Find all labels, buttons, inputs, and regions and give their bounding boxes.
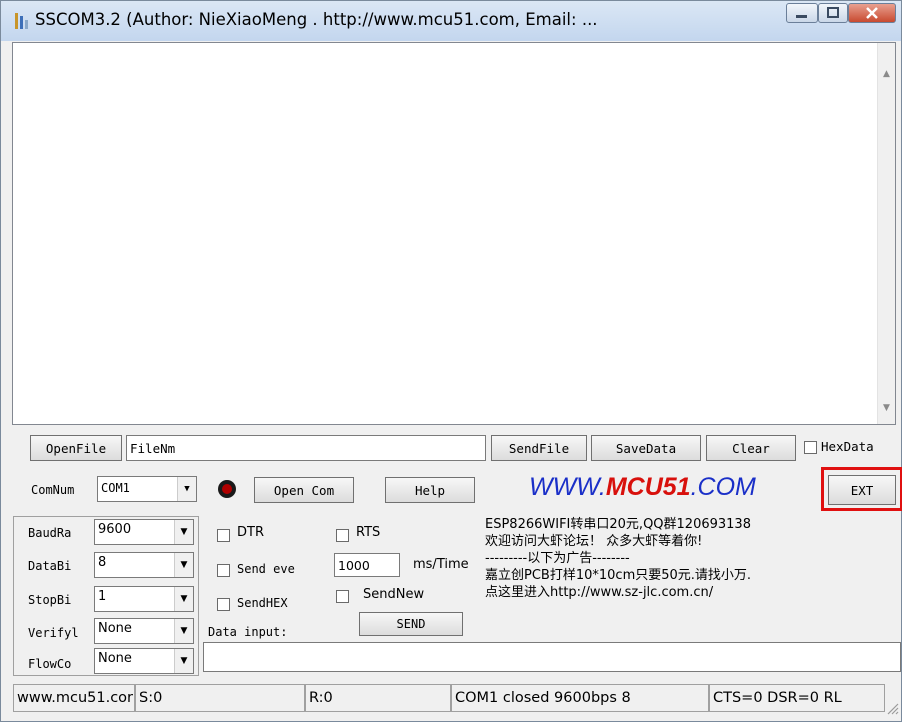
advertisement-panel[interactable]: ESP8266WIFI转串口20元,QQ群120693138 欢迎访问大虾论坛！… [485,516,895,631]
ext-button[interactable]: EXT [828,475,896,505]
status-received-count: R:0 [305,684,451,712]
interval-input[interactable]: 1000 [334,553,400,577]
flow-control-select[interactable]: None ▼ [94,648,194,674]
interval-unit-label: ms/Time [413,557,469,572]
status-signals: CTS=0 DSR=0 RL [709,684,885,712]
website-logo[interactable]: WWW.MCU51.COM [529,473,756,502]
baud-rate-label: BaudRa [28,526,72,540]
save-data-button[interactable]: SaveData [591,435,701,461]
stop-bits-select[interactable]: 1 ▼ [94,586,194,612]
ad-line: 嘉立创PCB打样10*10cm只要50元.请找小万. [485,568,752,583]
ad-line: ---------以下为广告-------- [485,551,630,566]
send-data-input[interactable] [203,642,901,672]
baud-rate-select[interactable]: 9600 ▼ [94,519,194,545]
chevron-down-icon[interactable]: ▼ [174,587,193,611]
hex-data-label: HexData [821,439,874,454]
chevron-down-icon[interactable]: ▼ [174,649,193,673]
chevron-down-icon[interactable]: ▼ [177,477,196,501]
verify-select[interactable]: None ▼ [94,618,194,644]
open-file-button[interactable]: OpenFile [30,435,122,461]
baud-rate-value: 9600 [98,522,132,537]
data-bits-select[interactable]: 8 ▼ [94,552,194,578]
stop-bits-label: StopBi [28,593,72,607]
status-port-state: COM1 closed 9600bps 8 [451,684,709,712]
rts-label: RTS [356,525,381,540]
logo-brand: MCU51 [605,473,691,501]
receive-textarea[interactable]: ▲ ▼ [12,42,896,425]
send-file-button[interactable]: SendFile [491,435,587,461]
ad-line: 欢迎访问大虾论坛！ 众多大虾等着你! [485,534,703,549]
flow-control-value: None [98,651,132,666]
com-num-label: ComNum [31,483,75,497]
status-sent-count: S:0 [135,684,305,712]
chevron-down-icon[interactable]: ▼ [174,553,193,577]
data-bits-value: 8 [98,555,107,570]
verify-value: None [98,621,132,636]
ad-line: 点这里进入http://www.sz-jlc.com.cn/ [485,585,714,600]
minimize-button[interactable] [786,3,818,23]
logo-prefix: WWW. [529,473,606,501]
window-title: SSCOM3.2 (Author: NieXiaoMeng . http://w… [35,10,598,29]
send-new-label: SendNew [363,587,425,602]
close-button[interactable] [848,3,896,23]
data-input-label: Data input: [208,625,288,639]
maximize-button[interactable] [818,3,848,23]
title-bar[interactable]: SSCOM3.2 (Author: NieXiaoMeng . http://w… [1,1,901,41]
app-icon [15,13,28,29]
clear-button[interactable]: Clear [706,435,796,461]
ad-line: ESP8266WIFI转串口20元,QQ群120693138 [485,517,751,532]
scroll-down-icon[interactable]: ▼ [878,403,895,413]
scroll-up-icon[interactable]: ▲ [878,69,895,79]
stop-bits-value: 1 [98,589,107,604]
status-led-icon [218,480,236,498]
chevron-down-icon[interactable]: ▼ [174,520,193,544]
send-every-checkbox[interactable] [217,564,230,577]
vertical-scrollbar[interactable]: ▲ ▼ [877,43,895,424]
maximize-icon [827,7,839,18]
com-num-select[interactable]: COM1 ▼ [97,476,197,502]
app-window: SSCOM3.2 (Author: NieXiaoMeng . http://w… [0,0,902,722]
minimize-icon [796,15,807,18]
send-new-checkbox[interactable] [336,590,349,603]
hex-data-checkbox[interactable] [804,441,817,454]
close-icon [866,7,878,19]
open-com-button[interactable]: Open Com [254,477,354,503]
com-num-value: COM1 [101,481,130,495]
send-every-label: Send eve [237,562,295,576]
send-hex-label: SendHEX [237,596,288,610]
rts-checkbox[interactable] [336,529,349,542]
flow-control-label: FlowCo [28,657,72,671]
status-website: www.mcu51.cor [13,684,135,712]
resize-grip-icon[interactable] [885,701,899,715]
dtr-checkbox[interactable] [217,529,230,542]
file-name-field[interactable]: FileNm [126,435,486,461]
logo-suffix: .COM [690,473,756,501]
data-bits-label: DataBi [28,559,72,573]
help-button[interactable]: Help [385,477,475,503]
dtr-label: DTR [237,525,264,540]
send-button[interactable]: SEND [359,612,463,636]
send-hex-checkbox[interactable] [217,598,230,611]
verify-label: Verifyl [28,626,79,640]
chevron-down-icon[interactable]: ▼ [174,619,193,643]
